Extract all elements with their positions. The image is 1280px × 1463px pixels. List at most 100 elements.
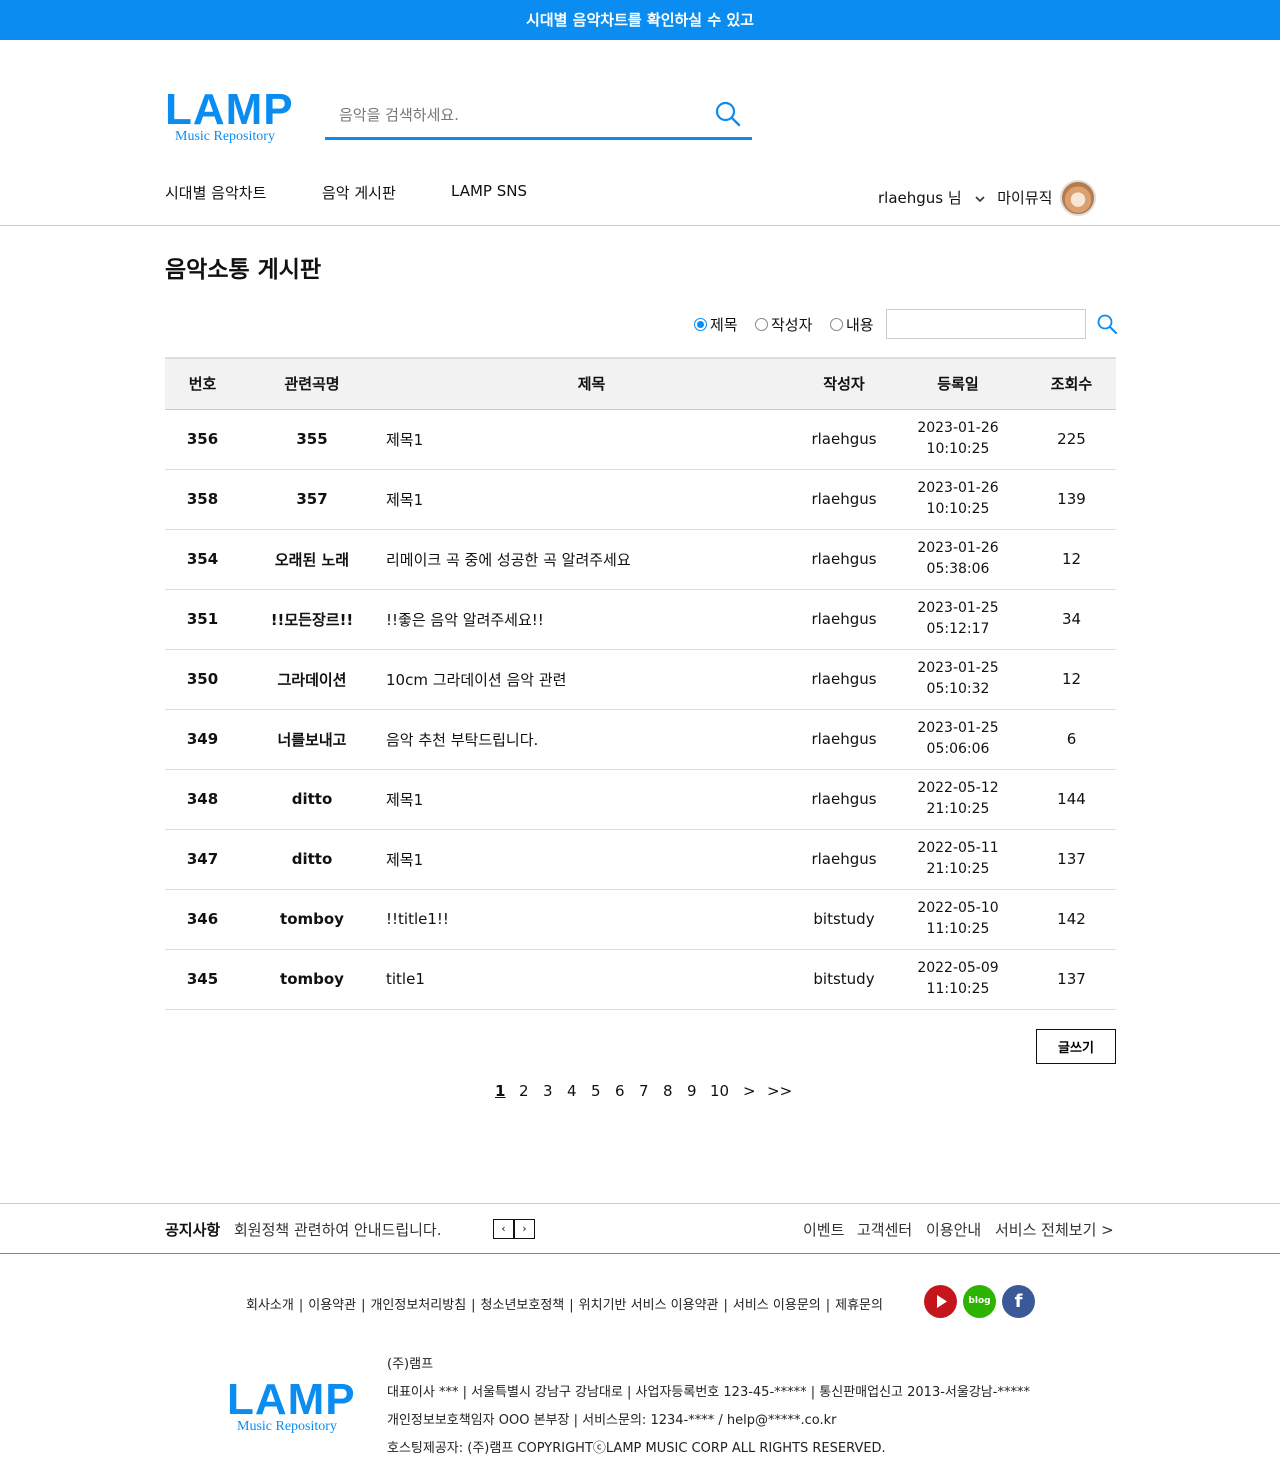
footer-link-inquiry[interactable]: 서비스 이용문의	[733, 1298, 821, 1313]
row-song: 그라데이션	[277, 670, 347, 689]
util-link-support[interactable]: 고객센터	[857, 1219, 912, 1240]
page-link-4[interactable]: 4	[567, 1082, 577, 1100]
footer-link-company[interactable]: 회사소개	[246, 1298, 294, 1313]
row-title[interactable]: 제목1	[384, 769, 799, 829]
page-link-6[interactable]: 6	[615, 1082, 625, 1100]
table-row[interactable]: 345 tomboy title1 bitstudy 2022-05-09 11:…	[165, 949, 1116, 1009]
page-last-button[interactable]: >>	[767, 1082, 792, 1100]
row-num: 354	[186, 550, 219, 568]
column-header-writer: 작성자	[823, 375, 865, 394]
footer-link-terms[interactable]: 이용약관	[308, 1298, 356, 1313]
table-row[interactable]: 348 ditto 제목1 rlaehgus 2022-05-12 21:10:2…	[165, 769, 1116, 829]
row-date: 2022-05-11 21:10:25	[889, 829, 1027, 889]
chevron-down-icon[interactable]	[974, 194, 986, 204]
search-box	[325, 92, 752, 140]
company-address: 대표이사 *** | 서울특별시 강남구 강남대로 | 사업자등록번호 123-…	[387, 1385, 1030, 1400]
page-link-10[interactable]: 10	[710, 1082, 729, 1100]
page-link-3[interactable]: 3	[543, 1082, 553, 1100]
row-views: 6	[1066, 730, 1077, 748]
row-date-time: 10:10:25	[926, 501, 990, 517]
footer-link-youth[interactable]: 청소년보호정책	[481, 1298, 565, 1313]
page-link-1[interactable]: 1	[495, 1082, 505, 1100]
page-link-2[interactable]: 2	[519, 1082, 529, 1100]
page-link-5[interactable]: 5	[591, 1082, 601, 1100]
blog-icon[interactable]: blog	[963, 1285, 996, 1318]
row-title[interactable]: 제목1	[384, 829, 799, 889]
notice-divider-top	[0, 1203, 1280, 1204]
notice-prev-button[interactable]: ‹	[493, 1219, 514, 1239]
util-link-all-services[interactable]: 서비스 전체보기 >	[995, 1219, 1114, 1240]
notice-text[interactable]: 회원정책 관련하여 안내드립니다.	[234, 1219, 442, 1240]
row-title[interactable]: title1	[384, 949, 799, 1009]
table-row[interactable]: 349 너를보내고 음악 추천 부탁드립니다. rlaehgus 2023-01…	[165, 709, 1116, 769]
row-title[interactable]: 제목1	[384, 469, 799, 529]
filter-option-content[interactable]: 내용	[830, 314, 874, 335]
row-title[interactable]: 10cm 그라데이션 음악 관련	[384, 649, 799, 709]
youtube-icon[interactable]	[924, 1285, 957, 1318]
mymusic-link[interactable]: 마이뮤직	[997, 189, 1052, 207]
row-date-time: 05:38:06	[926, 561, 990, 577]
table-row[interactable]: 354 오래된 노래 리메이크 곡 중에 성공한 곡 알려주세요 rlaehgu…	[165, 529, 1116, 589]
row-date-day: 2022-05-09	[917, 960, 999, 976]
radio-writer[interactable]	[755, 318, 768, 331]
page-link-7[interactable]: 7	[639, 1082, 649, 1100]
footer-logo[interactable]: LAMP Music Repository	[227, 1375, 367, 1434]
row-title[interactable]: !!title1!!	[384, 889, 799, 949]
notice-divider-bottom	[0, 1253, 1280, 1254]
search-input[interactable]	[339, 100, 699, 130]
nav-item-chart[interactable]: 시대별 음악차트	[165, 182, 266, 203]
row-song: tomboy	[280, 910, 344, 928]
filter-option-title[interactable]: 제목	[694, 314, 738, 335]
row-date-time: 10:10:25	[926, 441, 990, 457]
row-title[interactable]: 음악 추천 부탁드립니다.	[384, 709, 799, 769]
row-title[interactable]: !!좋은 음악 알려주세요!!	[384, 589, 799, 649]
table-row[interactable]: 350 그라데이션 10cm 그라데이션 음악 관련 rlaehgus 2023…	[165, 649, 1116, 709]
header-logo[interactable]: LAMP Music Repository	[165, 88, 305, 144]
row-num: 349	[186, 730, 219, 748]
column-header-song: 관련곡명	[284, 375, 340, 394]
row-date: 2023-01-26 05:38:06	[889, 529, 1027, 589]
row-song: 355	[296, 430, 328, 448]
radio-content[interactable]	[830, 318, 843, 331]
page-next-button[interactable]: >	[743, 1082, 756, 1100]
row-date: 2023-01-25 05:12:17	[889, 589, 1027, 649]
page-link-9[interactable]: 9	[687, 1082, 697, 1100]
filter-search-input[interactable]	[886, 309, 1086, 339]
notice-next-button[interactable]: ›	[514, 1219, 535, 1239]
nav-item-board[interactable]: 음악 게시판	[322, 182, 396, 203]
row-writer: rlaehgus	[811, 670, 877, 688]
util-link-guide[interactable]: 이용안내	[926, 1219, 981, 1240]
row-title[interactable]: 제목1	[384, 409, 799, 469]
row-writer: rlaehgus	[811, 850, 877, 868]
row-views: 142	[1057, 910, 1086, 928]
util-link-event[interactable]: 이벤트	[803, 1219, 844, 1240]
nav-item-sns[interactable]: LAMP SNS	[451, 182, 527, 200]
nav-divider	[0, 225, 1280, 226]
row-num: 345	[186, 970, 219, 988]
filter-option-writer[interactable]: 작성자	[755, 314, 812, 335]
table-row[interactable]: 356 355 제목1 rlaehgus 2023-01-26 10:10:25 …	[165, 409, 1116, 469]
radio-title[interactable]	[694, 318, 707, 331]
table-row[interactable]: 347 ditto 제목1 rlaehgus 2022-05-11 21:10:2…	[165, 829, 1116, 889]
row-date-day: 2022-05-12	[917, 780, 999, 796]
page-link-8[interactable]: 8	[663, 1082, 673, 1100]
write-button[interactable]: 글쓰기	[1036, 1029, 1116, 1064]
avatar[interactable]	[1060, 180, 1096, 216]
footer-link-location-terms[interactable]: 위치기반 서비스 이용약관	[579, 1298, 719, 1313]
filter-search-icon[interactable]	[1096, 313, 1118, 335]
search-icon[interactable]	[714, 100, 742, 128]
row-date-day: 2023-01-26	[917, 540, 999, 556]
row-date-day: 2023-01-25	[917, 720, 999, 736]
company-contact: 개인정보보호책임자 OOO 본부장 | 서비스문의: 1234-**** / h…	[387, 1413, 837, 1428]
footer-link-partnership[interactable]: 제휴문의	[835, 1298, 883, 1313]
user-name[interactable]: rlaehgus 님	[878, 189, 962, 207]
table-row[interactable]: 351 !!모든장르!! !!좋은 음악 알려주세요!! rlaehgus 20…	[165, 589, 1116, 649]
footer-logo-text: LAMP	[227, 1375, 356, 1424]
row-date-time: 11:10:25	[926, 981, 990, 997]
row-title[interactable]: 리메이크 곡 중에 성공한 곡 알려주세요	[384, 529, 799, 589]
table-row[interactable]: 346 tomboy !!title1!! bitstudy 2022-05-1…	[165, 889, 1116, 949]
footer-link-privacy[interactable]: 개인정보처리방침	[370, 1298, 466, 1313]
row-num: 350	[186, 670, 219, 688]
table-row[interactable]: 358 357 제목1 rlaehgus 2023-01-26 10:10:25 …	[165, 469, 1116, 529]
facebook-icon[interactable]: f	[1002, 1285, 1035, 1318]
